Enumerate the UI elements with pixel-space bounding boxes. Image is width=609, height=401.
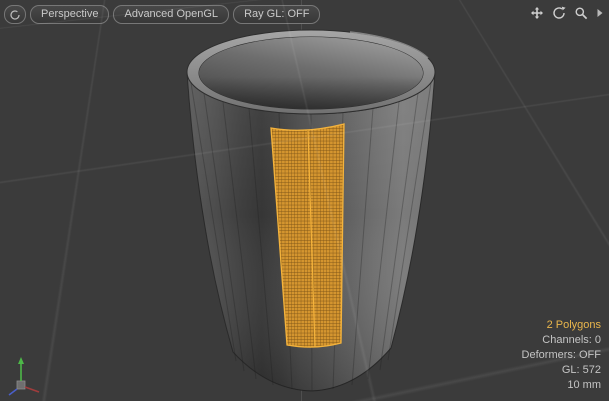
x-axis-arrow <box>25 387 39 392</box>
axis-gizmo <box>6 353 52 399</box>
channels-readout: Channels: 0 <box>522 333 601 348</box>
shading-mode-button[interactable]: Advanced OpenGL <box>113 5 229 24</box>
gizmo-cube <box>17 381 25 389</box>
zoom-icon[interactable] <box>574 6 588 20</box>
pan-icon[interactable] <box>530 6 544 20</box>
grid-scale-readout: 10 mm <box>522 378 601 393</box>
viewport-toolbar: Perspective Advanced OpenGL Ray GL: OFF <box>4 5 320 24</box>
viewport-rotate-widget[interactable] <box>4 5 26 24</box>
deformers-readout: Deformers: OFF <box>522 348 601 363</box>
cup-inner-wall <box>199 37 423 109</box>
selection-count: 2 Polygons <box>522 318 601 333</box>
y-axis-arrow <box>18 357 24 364</box>
3d-viewport[interactable]: Perspective Advanced OpenGL Ray GL: OFF … <box>0 0 609 401</box>
z-axis-arrow <box>9 389 17 395</box>
viewport-nav-controls <box>530 6 604 20</box>
orbit-widget-icon <box>9 9 21 21</box>
cup-model[interactable] <box>0 0 609 401</box>
orbit-icon[interactable] <box>552 6 566 20</box>
viewport-status: 2 Polygons Channels: 0 Deformers: OFF GL… <box>522 318 601 393</box>
more-arrow-icon[interactable] <box>596 6 604 20</box>
view-type-button[interactable]: Perspective <box>30 5 109 24</box>
ray-gl-button[interactable]: Ray GL: OFF <box>233 5 320 24</box>
gl-count-readout: GL: 572 <box>522 363 601 378</box>
